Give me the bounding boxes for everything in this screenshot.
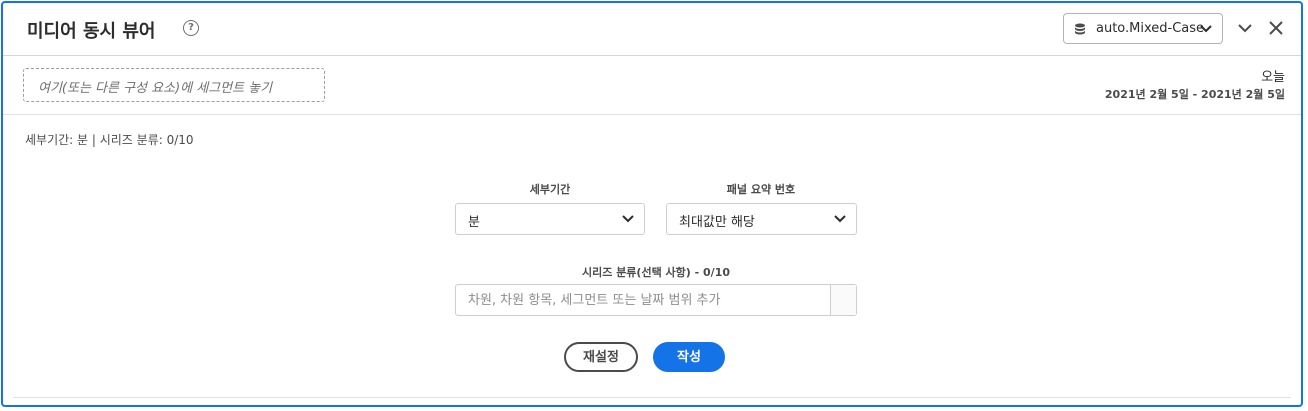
collapse-icon[interactable] [1234, 17, 1256, 39]
segment-dropzone[interactable]: 여기(또는 다른 구성 요소)에 세그먼트 놓기 [23, 68, 325, 102]
date-range[interactable]: 2021년 2월 5일 - 2021년 2월 5일 [1105, 86, 1285, 102]
breakdown-label: 시리즈 분류(선택 사항) - 0/10 [582, 266, 730, 279]
report-suite-dropdown[interactable]: auto.Mixed-Case [1063, 13, 1223, 44]
date-label[interactable]: 오늘 [1261, 66, 1285, 85]
reset-button[interactable]: 재설정 [564, 342, 638, 372]
create-button[interactable]: 작성 [653, 342, 725, 372]
breakdown-field [455, 284, 857, 316]
media-concurrent-viewers-panel: 미디어 동시 뷰어 ? auto.Mixed-Case 여기(또는 다른 구성 … [1, 1, 1303, 407]
chevron-down-icon [622, 215, 634, 223]
help-icon[interactable]: ? [183, 20, 199, 36]
settings-summary: 세부기간: 분 | 시리즈 분류: 0/10 [25, 133, 194, 147]
footer-divider [13, 397, 1291, 398]
granularity-label: 세부기간 [529, 183, 571, 196]
segment-date-row: 여기(또는 다른 구성 요소)에 세그먼트 놓기 오늘 2021년 2월 5일 … [3, 56, 1301, 115]
panel-title: 미디어 동시 뷰어 [27, 21, 156, 42]
breakdown-addon-button[interactable] [830, 285, 856, 315]
panel-summary-select[interactable]: 최대값만 해당 [666, 203, 857, 235]
database-icon [1075, 23, 1085, 35]
panel-header: 미디어 동시 뷰어 ? auto.Mixed-Case [3, 3, 1301, 56]
chevron-down-icon [834, 215, 846, 223]
breakdown-input[interactable] [456, 285, 831, 315]
close-icon[interactable] [1265, 17, 1287, 39]
panel-summary-label: 패널 요약 번호 [726, 183, 796, 196]
granularity-select[interactable]: 분 [455, 203, 645, 235]
granularity-value: 분 [468, 215, 480, 230]
panel-summary-value: 최대값만 해당 [679, 215, 755, 230]
report-suite-label: auto.Mixed-Case [1096, 21, 1205, 36]
chevron-down-icon [1200, 25, 1212, 33]
